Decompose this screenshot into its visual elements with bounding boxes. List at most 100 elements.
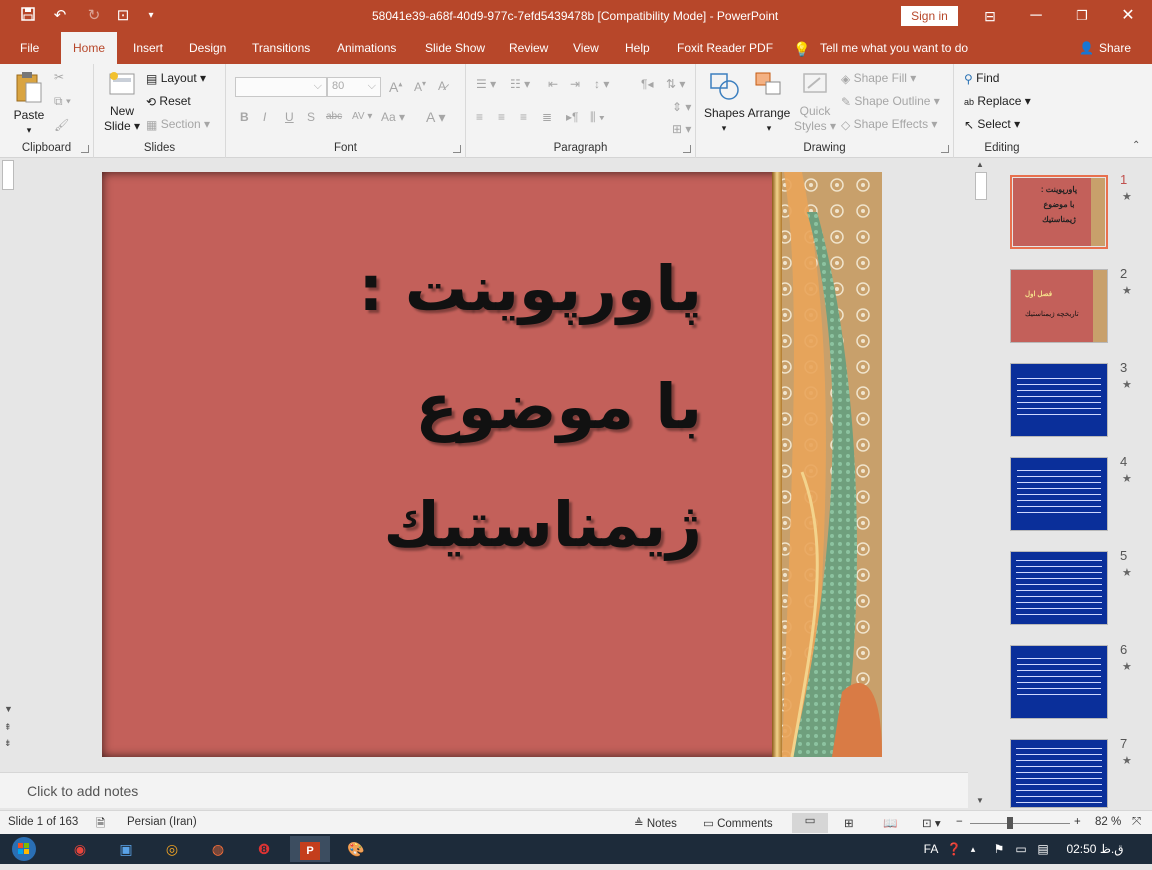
- find-button[interactable]: ⚲ Find: [964, 71, 999, 86]
- underline-button[interactable]: U: [285, 110, 294, 124]
- bold-button[interactable]: B: [240, 110, 249, 124]
- font-launcher-icon[interactable]: [453, 145, 461, 153]
- shape-fill-button[interactable]: ◈ Shape Fill ▾: [841, 71, 916, 86]
- notes-pane[interactable]: Click to add notes: [0, 772, 968, 808]
- line-spacing-icon[interactable]: ↕ ▾: [594, 77, 609, 91]
- change-case-button[interactable]: Aa ▾: [381, 110, 405, 124]
- numbering-icon[interactable]: ☷ ▾: [510, 77, 530, 91]
- spell-check-icon[interactable]: 🗎: [96, 816, 105, 835]
- zoom-level[interactable]: 82 %: [1095, 816, 1121, 828]
- notes-toggle-button[interactable]: ≜ Notes: [634, 816, 677, 830]
- tab-file[interactable]: File: [20, 41, 39, 55]
- text-direction-icon[interactable]: ⇅ ▾: [666, 77, 685, 91]
- cut-icon[interactable]: ✂: [54, 70, 64, 84]
- smartart-icon[interactable]: ⊞ ▾: [672, 122, 691, 136]
- firefox-icon[interactable]: ◍: [198, 836, 238, 862]
- language-indicator[interactable]: Persian (Iran): [127, 816, 197, 828]
- browser-icon[interactable]: ◎: [152, 836, 192, 862]
- tell-me-search[interactable]: Tell me what you want to do: [820, 41, 968, 55]
- font-size-combo[interactable]: 80 ⌵: [327, 77, 381, 97]
- align-text-icon[interactable]: ⇕ ▾: [672, 100, 691, 114]
- scroll-up-icon[interactable]: ▲: [976, 160, 984, 169]
- thumbnail-scrollbar[interactable]: ▲ ▼: [970, 158, 990, 808]
- ribbon-display-options-icon[interactable]: ⊟: [975, 4, 1005, 28]
- undo-icon[interactable]: ↶: [50, 6, 70, 26]
- tab-foxit-reader-pdf[interactable]: Foxit Reader PDF: [677, 41, 773, 55]
- normal-view-icon[interactable]: ▭: [792, 813, 828, 833]
- previous-slide-icon[interactable]: ⇞: [4, 722, 12, 733]
- scroll-down-icon[interactable]: ▼: [4, 704, 13, 714]
- thumbnail-slide-1[interactable]: پاورپوینت : با موضوع ژیمناستیك: [1010, 175, 1108, 249]
- slide-sorter-icon[interactable]: ⊞: [844, 816, 854, 830]
- thumbnail-slide-6[interactable]: [1010, 645, 1108, 719]
- align-right-icon[interactable]: ≡: [520, 110, 527, 124]
- layout-button[interactable]: ▤ Layout ▾: [146, 71, 206, 86]
- arrange-button[interactable]: Arrange ▾: [746, 70, 792, 136]
- tab-help[interactable]: Help: [625, 41, 650, 55]
- shape-effects-button[interactable]: ◇ Shape Effects ▾: [841, 117, 937, 132]
- format-painter-icon[interactable]: 🖌: [54, 118, 69, 132]
- font-color-icon[interactable]: A ▾: [426, 109, 445, 126]
- battery-tray-icon[interactable]: ▭: [1012, 836, 1030, 862]
- justify-icon[interactable]: ≣: [542, 110, 552, 124]
- font-name-combo[interactable]: ⌵: [235, 77, 327, 97]
- clipboard-launcher-icon[interactable]: [81, 145, 89, 153]
- replace-button[interactable]: ab Replace ▾: [964, 94, 1031, 108]
- thumbnail-scroll-thumb[interactable]: [975, 172, 987, 200]
- zoom-in-icon[interactable]: +: [1074, 816, 1081, 828]
- restore-button[interactable]: ❐: [1067, 4, 1097, 28]
- increase-indent-icon[interactable]: ⇥: [570, 77, 580, 91]
- tab-design[interactable]: Design: [189, 41, 226, 55]
- help-tray-icon[interactable]: ❓: [944, 836, 964, 862]
- thumbnail-slide-5[interactable]: [1010, 551, 1108, 625]
- tab-view[interactable]: View: [573, 41, 599, 55]
- select-button[interactable]: ↖ Select ▾: [964, 117, 1020, 132]
- character-spacing-button[interactable]: AV ▾: [352, 111, 372, 122]
- close-button[interactable]: ✕: [1113, 4, 1143, 28]
- scroll-down-arrow-icon[interactable]: ▼: [976, 796, 984, 805]
- zoom-slider[interactable]: [970, 823, 1070, 824]
- app-icon[interactable]: ❽: [244, 836, 284, 862]
- columns-icon[interactable]: ⫼ ▾: [590, 110, 605, 125]
- comments-button[interactable]: ▭ Comments: [703, 816, 773, 830]
- flag-tray-icon[interactable]: ⚑: [990, 836, 1008, 862]
- thumbnail-slide-3[interactable]: [1010, 363, 1108, 437]
- chrome-icon[interactable]: ◉: [60, 836, 100, 862]
- reading-view-icon[interactable]: 📖: [883, 816, 897, 830]
- network-tray-icon[interactable]: ▤: [1034, 836, 1052, 862]
- copy-icon[interactable]: ⧉ ▾: [54, 94, 71, 109]
- tab-slide-show[interactable]: Slide Show: [425, 41, 485, 55]
- rtl-icon[interactable]: ¶◂: [641, 77, 653, 91]
- paragraph-launcher-icon[interactable]: [683, 145, 691, 153]
- minimize-button[interactable]: ─: [1021, 4, 1051, 28]
- drawing-launcher-icon[interactable]: [941, 145, 949, 153]
- zoom-slider-thumb[interactable]: [1007, 817, 1013, 829]
- share-button[interactable]: Share: [1099, 41, 1131, 55]
- align-center-icon[interactable]: ≡: [498, 110, 505, 124]
- thumbnail-slide-4[interactable]: [1010, 457, 1108, 531]
- shapes-button[interactable]: Shapes ▾: [704, 70, 745, 136]
- fit-to-window-icon[interactable]: ⤧: [1132, 816, 1141, 829]
- customize-toolbar-icon[interactable]: ▾: [141, 6, 161, 26]
- paint-icon[interactable]: 🎨: [336, 836, 376, 862]
- text-shadow-button[interactable]: S: [307, 110, 315, 124]
- decrease-font-icon[interactable]: A▾: [414, 79, 426, 94]
- quick-styles-button[interactable]: Quick Styles ▾: [792, 70, 838, 134]
- file-manager-icon[interactable]: ▣: [106, 836, 146, 862]
- powerpoint-taskbar-icon[interactable]: P: [290, 836, 330, 862]
- redo-icon[interactable]: ↻: [84, 6, 104, 26]
- current-slide[interactable]: پاورپوینت : با موضوع ژیمناستیك: [102, 172, 882, 757]
- slideshow-view-icon[interactable]: ⊡ ▾: [922, 816, 941, 830]
- decrease-indent-icon[interactable]: ⇤: [548, 77, 558, 91]
- next-slide-icon[interactable]: ⇟: [4, 738, 12, 749]
- tab-review[interactable]: Review: [509, 41, 548, 55]
- section-button[interactable]: ▦ Section ▾: [146, 117, 210, 132]
- clear-formatting-icon[interactable]: A̷: [438, 79, 446, 93]
- tab-transitions[interactable]: Transitions: [252, 41, 310, 55]
- ltr-icon[interactable]: ▸¶: [566, 110, 578, 124]
- sign-in-button[interactable]: Sign in: [901, 6, 958, 26]
- thumbnail-slide-7[interactable]: [1010, 739, 1108, 808]
- increase-font-icon[interactable]: A▴: [389, 79, 402, 95]
- keyboard-language[interactable]: FA: [916, 836, 946, 862]
- paste-button[interactable]: Paste ▾: [10, 70, 48, 138]
